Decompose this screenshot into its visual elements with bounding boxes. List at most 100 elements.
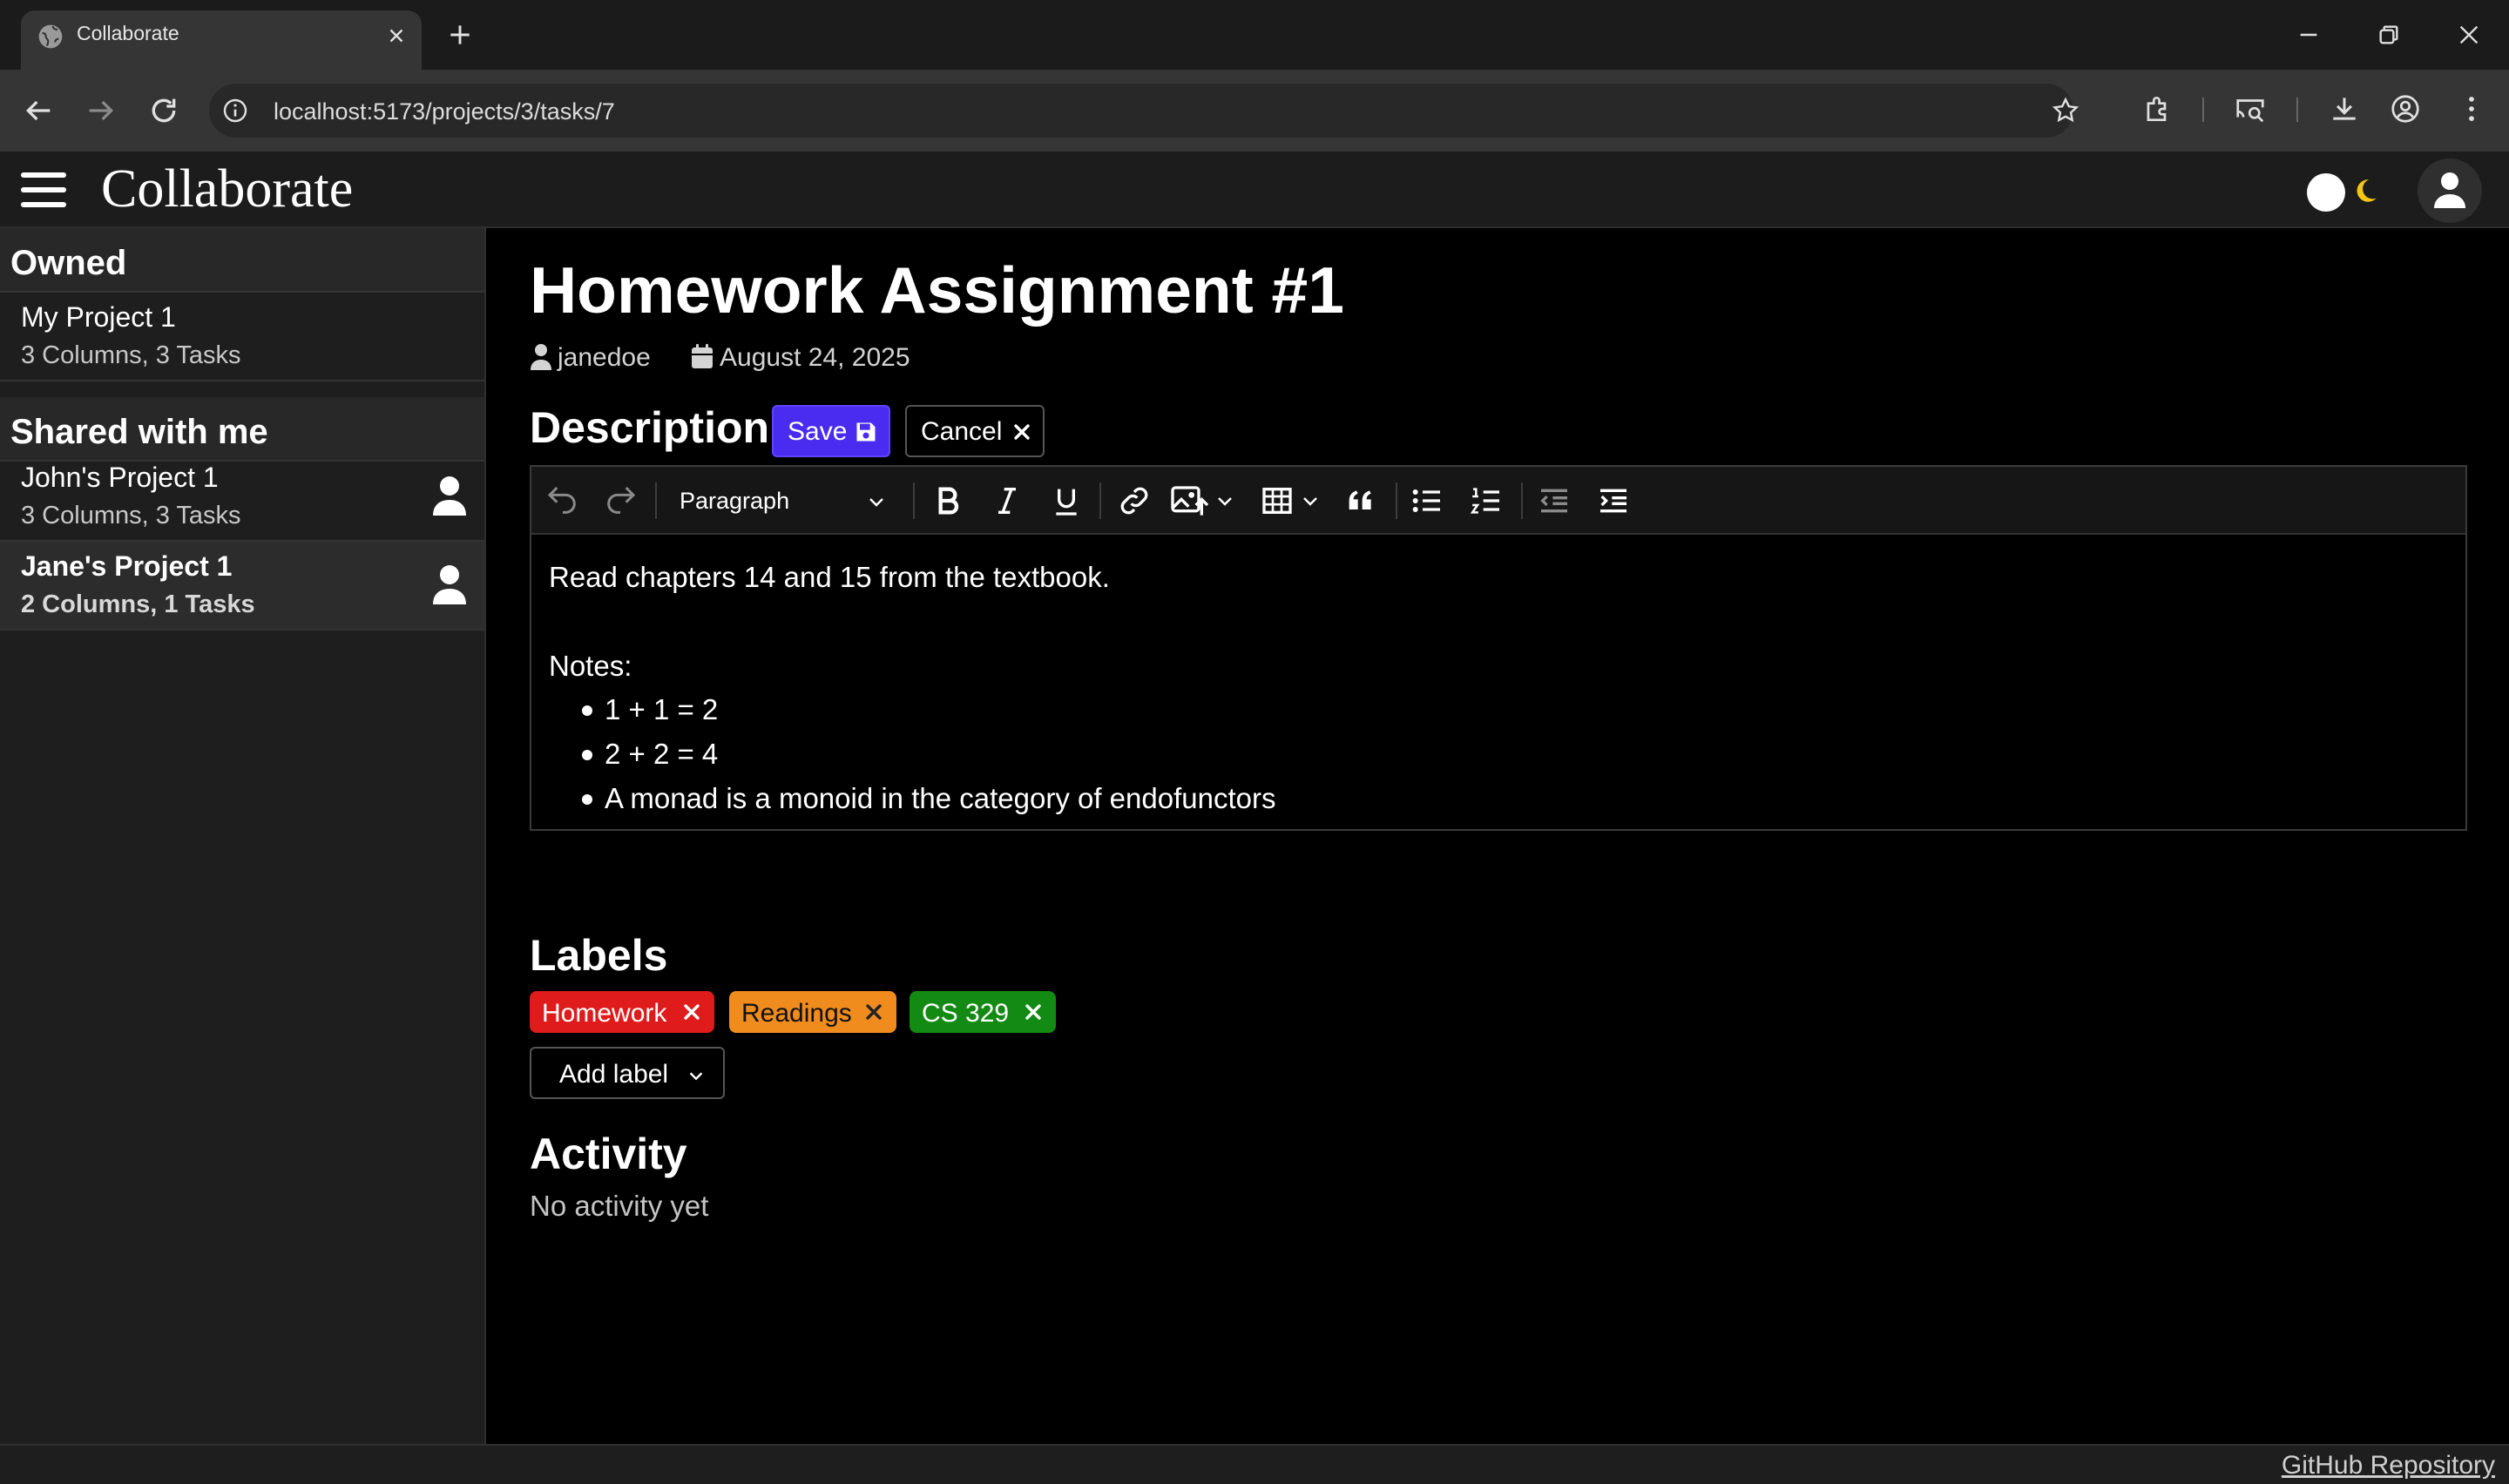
- italic-icon[interactable]: [990, 483, 1025, 518]
- close-icon: [1014, 424, 1030, 440]
- toolbar-divider: [1396, 482, 1397, 519]
- list-item: 1 + 1 = 2: [605, 693, 719, 725]
- forward-icon[interactable]: [84, 93, 118, 128]
- chevron-down-icon[interactable]: [1214, 483, 1235, 518]
- list-item: 2 + 2 = 4: [605, 738, 719, 770]
- table-icon[interactable]: [1260, 483, 1295, 518]
- project-meta: 3 Columns, 3 Tasks: [21, 341, 241, 369]
- toolbar-divider: [2296, 98, 2298, 122]
- sidebar: Owned My Project 1 3 Columns, 3 Tasks Sh…: [0, 228, 486, 1444]
- label-text: Readings: [741, 999, 852, 1028]
- bookmark-star-icon[interactable]: [2051, 96, 2080, 125]
- github-repository-link[interactable]: GitHub Repository: [2282, 1451, 2495, 1481]
- quote-icon[interactable]: [1343, 483, 1378, 518]
- list-item: A monad is a monoid in the category of e…: [605, 782, 1276, 814]
- save-label: Save: [788, 417, 848, 446]
- calendar-icon: [692, 344, 713, 368]
- hamburger-menu-icon[interactable]: [19, 167, 68, 212]
- user-icon: [433, 565, 466, 604]
- add-label-text: Add label: [559, 1060, 669, 1089]
- description-editor[interactable]: Paragraph Read chapters 14 and 15 from t…: [530, 465, 2467, 831]
- save-button[interactable]: Save: [772, 405, 890, 457]
- link-icon[interactable]: [1117, 483, 1152, 518]
- user-icon: [433, 476, 466, 516]
- user-icon: [2434, 172, 2465, 208]
- shared-heading: Shared with me: [10, 413, 268, 451]
- browser-toolbar: localhost:5173/projects/3/tasks/7: [0, 70, 2509, 152]
- owned-heading: Owned: [10, 244, 127, 282]
- restore-icon[interactable]: [2375, 21, 2403, 49]
- account-button[interactable]: [2418, 159, 2482, 223]
- cast-search-icon[interactable]: [2234, 92, 2267, 125]
- more-menu-icon[interactable]: [2455, 92, 2488, 125]
- chevron-down-icon[interactable]: [1300, 483, 1321, 518]
- floppy-disk-icon: [856, 422, 876, 442]
- block-type-value: Paragraph: [680, 488, 790, 514]
- editor-toolbar: Paragraph: [531, 467, 2465, 535]
- user-icon: [531, 344, 551, 370]
- cancel-label: Cancel: [921, 417, 1003, 446]
- chevron-down-icon: [869, 498, 883, 507]
- task-title: Homework Assignment #1: [530, 253, 1344, 327]
- tab-title: Collaborate: [77, 22, 179, 44]
- toolbar-divider: [655, 482, 657, 519]
- task-author: janedoe: [558, 343, 651, 372]
- moon-icon: [2357, 179, 2377, 202]
- close-window-icon[interactable]: [2455, 21, 2483, 49]
- back-icon[interactable]: [21, 93, 56, 128]
- toolbar-divider: [1521, 482, 1523, 519]
- sidebar-project-janes-project-1[interactable]: Jane's Project 1 2 Columns, 1 Tasks: [0, 542, 484, 631]
- label-chip-cs-329: CS 329: [910, 991, 1056, 1033]
- browser-tab[interactable]: Collaborate: [21, 10, 422, 70]
- project-meta: 2 Columns, 1 Tasks: [21, 590, 255, 618]
- underline-icon[interactable]: [1049, 483, 1084, 518]
- remove-label-icon[interactable]: [1023, 1002, 1044, 1022]
- toggle-knob: [2307, 173, 2345, 212]
- app-title[interactable]: Collaborate: [101, 159, 353, 220]
- bold-icon[interactable]: [930, 483, 965, 518]
- extensions-icon[interactable]: [2141, 92, 2174, 125]
- cancel-button[interactable]: Cancel: [905, 405, 1045, 457]
- site-info-icon[interactable]: [221, 97, 249, 125]
- toolbar-divider: [913, 482, 915, 519]
- numbered-list-icon[interactable]: [1469, 483, 1504, 518]
- close-tab-icon[interactable]: [385, 24, 408, 47]
- url-text[interactable]: localhost:5173/projects/3/tasks/7: [274, 98, 615, 125]
- description-heading: Description: [530, 403, 770, 452]
- new-tab-icon[interactable]: [446, 21, 474, 49]
- undo-icon[interactable]: [545, 483, 580, 518]
- download-icon[interactable]: [2328, 92, 2361, 125]
- project-name: John's Project 1: [21, 462, 219, 493]
- editor-paragraph: Notes:: [549, 650, 632, 682]
- sidebar-project-my-project-1[interactable]: My Project 1 3 Columns, 3 Tasks: [0, 293, 484, 381]
- remove-label-icon[interactable]: [681, 1002, 702, 1022]
- reload-icon[interactable]: [146, 93, 181, 128]
- outdent-icon[interactable]: [1537, 483, 1572, 518]
- profile-icon[interactable]: [2389, 92, 2422, 125]
- remove-label-icon[interactable]: [863, 1002, 884, 1022]
- label-text: CS 329: [922, 999, 1010, 1028]
- toolbar-divider: [1099, 482, 1101, 519]
- theme-toggle[interactable]: [2296, 169, 2384, 212]
- label-chip-homework: Homework: [530, 991, 714, 1033]
- label-text: Homework: [542, 999, 667, 1028]
- address-bar[interactable]: localhost:5173/projects/3/tasks/7: [209, 84, 2080, 138]
- footer: GitHub Repository: [0, 1444, 2509, 1484]
- browser-tabstrip: Collaborate: [0, 0, 2509, 70]
- task-date: August 24, 2025: [720, 343, 910, 372]
- redo-icon[interactable]: [603, 483, 638, 518]
- block-type-dropdown[interactable]: Paragraph: [667, 477, 903, 524]
- add-label-dropdown[interactable]: Add label: [530, 1047, 725, 1099]
- project-meta: 3 Columns, 3 Tasks: [21, 502, 241, 530]
- minimize-icon[interactable]: [2295, 21, 2323, 49]
- chevron-down-icon: [689, 1072, 703, 1081]
- sidebar-project-johns-project-1[interactable]: John's Project 1 3 Columns, 3 Tasks: [0, 453, 484, 542]
- globe-icon: [38, 24, 63, 49]
- bulleted-list-icon[interactable]: [1410, 483, 1444, 518]
- editor-paragraph: Read chapters 14 and 15 from the textboo…: [549, 561, 1110, 593]
- app-header: Collaborate: [0, 152, 2509, 228]
- insert-image-icon[interactable]: [1169, 483, 1211, 518]
- project-name: Jane's Project 1: [21, 550, 233, 582]
- task-detail: Homework Assignment #1 janedoe August 24…: [488, 228, 2509, 1444]
- indent-icon[interactable]: [1596, 483, 1631, 518]
